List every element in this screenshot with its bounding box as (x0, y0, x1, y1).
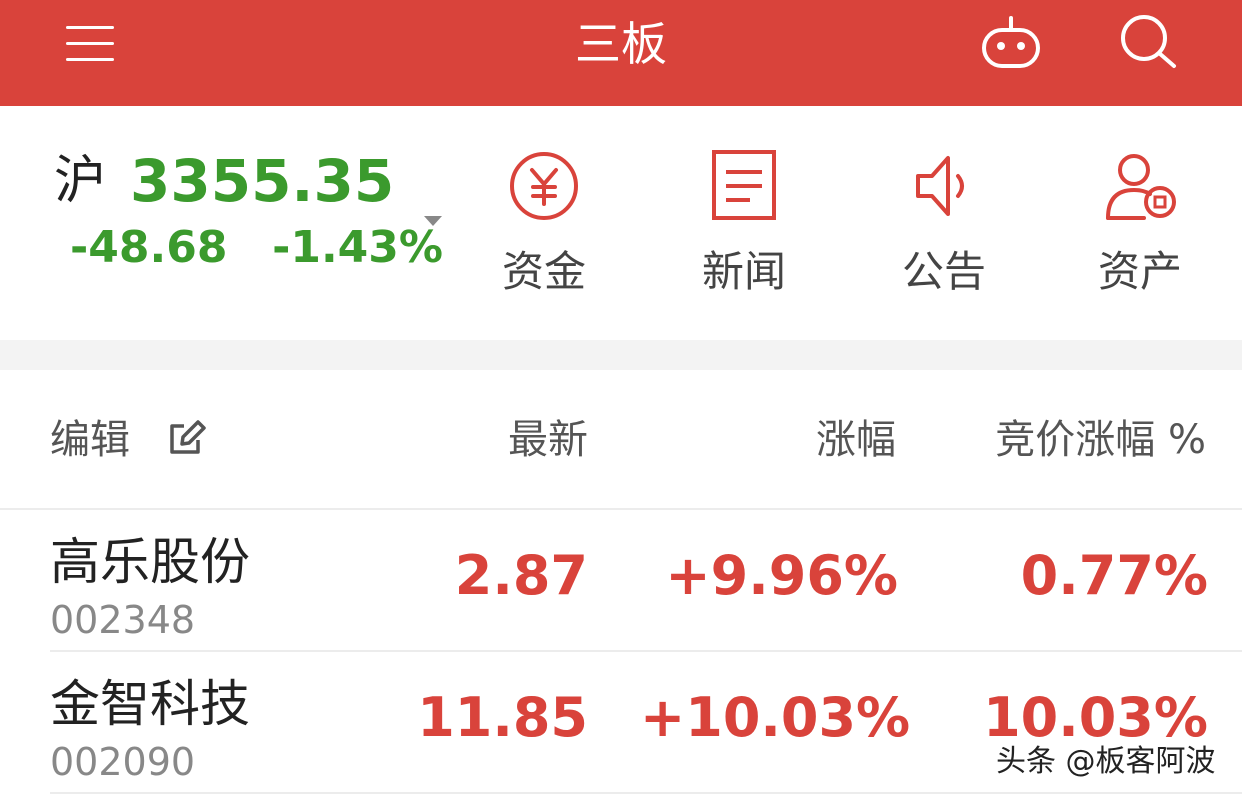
quick-action-news[interactable]: 新闻 (664, 148, 824, 308)
caret-down-icon[interactable] (424, 216, 442, 226)
index-name: 沪 (54, 151, 107, 211)
table-header: 编辑 最新 涨幅 竞价涨幅 % (0, 370, 1242, 510)
table-row[interactable]: 高乐股份 002348 2.87 +9.96% 0.77% (0, 510, 1242, 652)
column-header-latest[interactable]: 最新 (498, 414, 588, 466)
change-percent: +9.96% (665, 544, 898, 607)
stock-name: 金智科技 (50, 675, 250, 733)
change-percent: +10.03% (640, 686, 911, 749)
page-title: 三板 (575, 17, 667, 71)
index-change-percent: -1.43% (272, 222, 444, 273)
latest-price: 2.87 (454, 544, 588, 607)
auction-change-percent: 10.03% (983, 686, 1208, 749)
column-header-edit[interactable]: 编辑 (50, 414, 130, 466)
column-header-auction-change[interactable]: 竞价涨幅 % (960, 414, 1206, 466)
quick-action-label: 新闻 (701, 247, 786, 296)
quick-action-funds[interactable]: 资金 (464, 148, 624, 308)
search-icon[interactable] (1116, 10, 1180, 70)
stock-code: 002090 (50, 740, 196, 784)
latest-price: 11.85 (417, 686, 588, 749)
row-divider (50, 792, 1242, 794)
robot-icon[interactable] (978, 14, 1044, 70)
quick-action-assets[interactable]: 资产 (1060, 148, 1220, 308)
stock-code: 002348 (50, 598, 196, 642)
quick-action-announcements[interactable]: 公告 (864, 148, 1024, 308)
user-assets-icon (1106, 154, 1176, 220)
yuan-icon (510, 152, 578, 220)
column-header-change[interactable]: 涨幅 (796, 414, 896, 466)
index-value: 3355.35 (130, 147, 395, 215)
top-bar: 三板 (0, 0, 1242, 106)
auction-change-percent: 0.77% (1020, 544, 1208, 607)
index-change-points: -48.68 (70, 222, 228, 273)
watermark: 头条 @板客阿波 (992, 742, 1220, 782)
section-separator (0, 340, 1242, 370)
index-summary[interactable]: 沪 3355.35 -48.68 -1.43% (54, 148, 454, 278)
index-change: -48.68 -1.43% (70, 220, 443, 276)
stock-name: 高乐股份 (50, 533, 250, 591)
quick-action-label: 公告 (901, 247, 986, 296)
edit-icon[interactable] (168, 418, 208, 458)
quick-action-label: 资产 (1097, 247, 1182, 296)
speaker-icon (916, 156, 964, 216)
quick-action-label: 资金 (501, 247, 586, 296)
document-icon (712, 150, 776, 220)
